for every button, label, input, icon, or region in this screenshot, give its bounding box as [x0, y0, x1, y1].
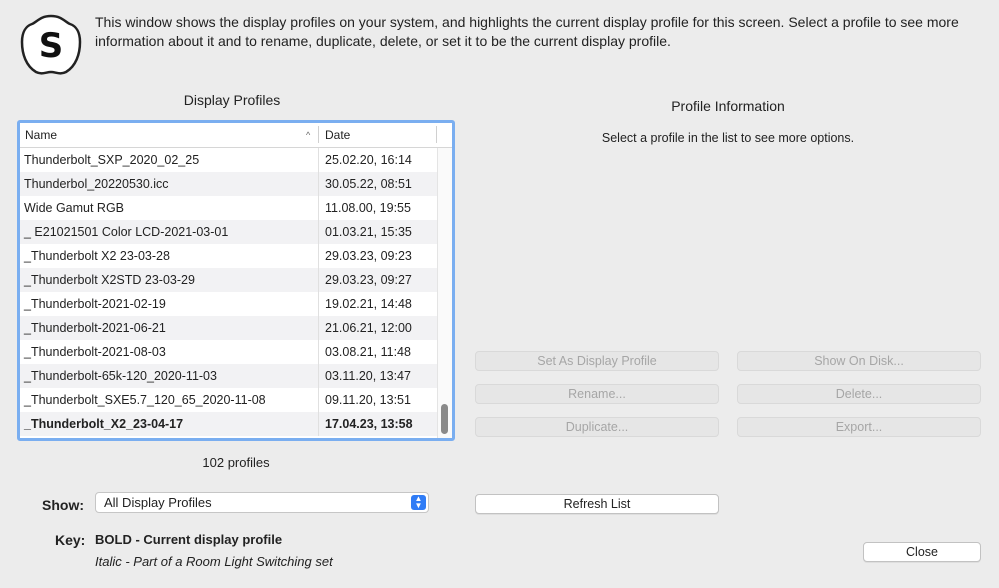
- row-date: 25.02.20, 16:14: [325, 153, 412, 167]
- show-label: Show:: [42, 497, 84, 513]
- profile-information-title: Profile Information: [671, 98, 785, 114]
- profile-count: 102 profiles: [202, 455, 270, 470]
- row-name: Thunderbol_20220530.icc: [24, 177, 169, 191]
- delete-button[interactable]: Delete...: [737, 384, 981, 404]
- scrollbar-thumb[interactable]: [441, 404, 448, 434]
- s-logo-icon: S: [20, 14, 82, 75]
- row-name: _Thunderbolt X2STD 23-03-29: [24, 273, 195, 287]
- row-date: 19.02.21, 14:48: [325, 297, 412, 311]
- profile-rows: Thunderbolt_SXP_2020_02_25 25.02.20, 16:1…: [20, 148, 438, 436]
- row-date: 30.05.22, 08:51: [325, 177, 412, 191]
- select-stepper-icon: ▲ ▼: [411, 495, 426, 510]
- show-filter-select[interactable]: All Display Profiles ▲ ▼: [95, 492, 429, 513]
- show-filter-value: All Display Profiles: [104, 495, 212, 510]
- row-date: 17.04.23, 13:58: [325, 417, 413, 431]
- row-name: _Thunderbolt X2 23-03-28: [24, 249, 170, 263]
- table-row[interactable]: _Thunderbolt-2021-02-19 19.02.21, 14:48: [20, 292, 438, 316]
- column-divider[interactable]: [318, 126, 319, 143]
- export-button[interactable]: Export...: [737, 417, 981, 437]
- column-divider[interactable]: [436, 126, 437, 143]
- key-label: Key:: [55, 532, 86, 548]
- row-name: _Thunderbolt_X2_23-04-17: [24, 417, 184, 431]
- row-date: 09.11.20, 13:51: [325, 393, 411, 407]
- table-row[interactable]: _Thunderbolt_SXE5.7_120_65_2020-11-08 09.…: [20, 388, 438, 412]
- display-profiles-title: Display Profiles: [183, 92, 281, 108]
- table-row[interactable]: Thunderbol_20220530.icc 30.05.22, 08:51: [20, 172, 438, 196]
- row-name: _Thunderbolt-65k-120_2020-11-03: [24, 369, 217, 383]
- row-date: 29.03.23, 09:27: [325, 273, 412, 287]
- row-name: _Thunderbolt-2021-02-19: [24, 297, 166, 311]
- row-date: 03.08.21, 11:48: [325, 345, 411, 359]
- row-name: _Thunderbolt-2021-08-03: [24, 345, 166, 359]
- key-italic-description: Italic - Part of a Room Light Switching …: [95, 554, 333, 569]
- row-name: _Thunderbolt-2021-06-21: [24, 321, 166, 335]
- refresh-list-button[interactable]: Refresh List: [475, 494, 719, 514]
- table-row[interactable]: _Thunderbolt-65k-120_2020-11-03 03.11.20,…: [20, 364, 438, 388]
- list-header: Name ^ Date: [20, 123, 452, 148]
- row-date: 11.08.00, 19:55: [325, 201, 411, 215]
- row-date: 29.03.23, 09:23: [325, 249, 412, 263]
- table-row[interactable]: Thunderbolt_SXP_2020_02_25 25.02.20, 16:1…: [20, 148, 438, 172]
- table-row[interactable]: _Thunderbolt-2021-08-03 03.08.21, 11:48: [20, 340, 438, 364]
- key-bold-description: BOLD - Current display profile: [95, 532, 283, 547]
- table-row[interactable]: _Thunderbolt-2021-06-21 21.06.21, 12:00: [20, 316, 438, 340]
- row-name: Thunderbolt_SXP_2020_02_25: [24, 153, 200, 167]
- row-date: 21.06.21, 12:00: [325, 321, 412, 335]
- profile-information-hint: Select a profile in the list to see more…: [601, 131, 855, 145]
- set-as-display-profile-button[interactable]: Set As Display Profile: [475, 351, 719, 371]
- table-row[interactable]: _Thunderbolt X2STD 23-03-29 29.03.23, 09:…: [20, 268, 438, 292]
- svg-text:S: S: [39, 26, 64, 66]
- row-date: 03.11.20, 13:47: [325, 369, 411, 383]
- row-name: _ E21021501 Color LCD-2021-03-01: [24, 225, 229, 239]
- sort-ascending-icon[interactable]: ^: [306, 123, 310, 147]
- table-row-current-profile[interactable]: _Thunderbolt_X2_23-04-17 17.04.23, 13:58: [20, 412, 438, 436]
- table-row[interactable]: Wide Gamut RGB 11.08.00, 19:55: [20, 196, 438, 220]
- row-name: _Thunderbolt_SXE5.7_120_65_2020-11-08: [24, 393, 266, 407]
- vertical-scrollbar[interactable]: [437, 148, 452, 438]
- column-header-date[interactable]: Date: [325, 123, 350, 147]
- row-date: 01.03.21, 15:35: [325, 225, 412, 239]
- rename-button[interactable]: Rename...: [475, 384, 719, 404]
- row-name: Wide Gamut RGB: [24, 201, 125, 215]
- close-button[interactable]: Close: [863, 542, 981, 562]
- profile-list[interactable]: Name ^ Date Thunderbolt_SXP_2020_02_25 25…: [17, 120, 455, 441]
- table-row[interactable]: _Thunderbolt X2 23-03-28 29.03.23, 09:23: [20, 244, 438, 268]
- duplicate-button[interactable]: Duplicate...: [475, 417, 719, 437]
- show-on-disk-button[interactable]: Show On Disk...: [737, 351, 981, 371]
- column-header-name[interactable]: Name: [25, 123, 57, 147]
- intro-text: This window shows the display profiles o…: [95, 14, 959, 49]
- table-row[interactable]: _ E21021501 Color LCD-2021-03-01 01.03.21…: [20, 220, 438, 244]
